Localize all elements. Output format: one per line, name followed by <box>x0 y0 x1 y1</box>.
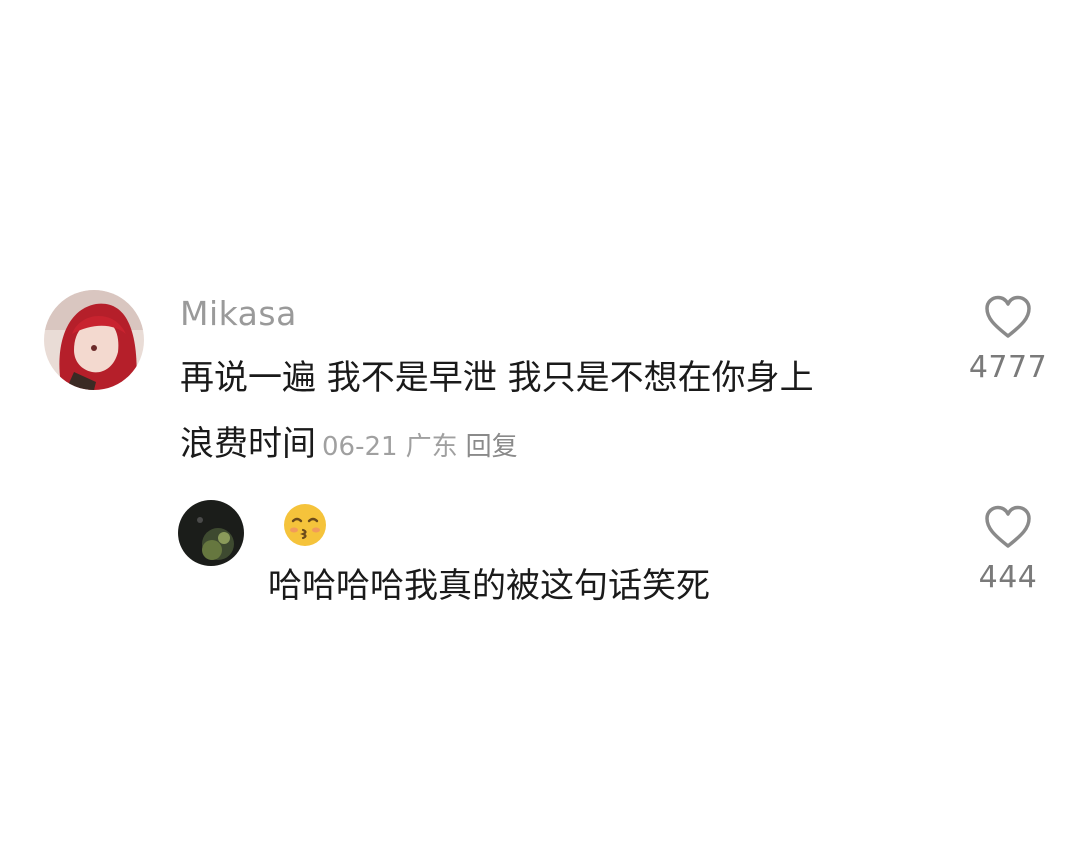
username-emoji[interactable]: 😚 <box>282 502 328 552</box>
reply-button[interactable]: 回复 <box>466 432 518 462</box>
dark-nature-avatar-icon <box>178 500 244 566</box>
heart-outline-icon <box>960 295 1056 339</box>
red-haired-anime-avatar-icon <box>44 290 144 390</box>
comment-text-line: 浪费时间 <box>180 424 316 464</box>
comment-date: 06-21 <box>322 432 398 462</box>
like-count: 444 <box>978 560 1038 595</box>
reply-comment-item: 😚 哈哈哈哈我真的被这句话笑死 444 <box>0 480 1079 660</box>
comment-text: 哈哈哈哈我真的被这句话笑死 <box>268 566 710 606</box>
avatar[interactable] <box>44 290 144 390</box>
comment-text-line: 再说一遍 我不是早泄 我只是不想在你身上 <box>180 358 814 398</box>
comment-text-line-with-meta: 浪费时间 06-21 广东 回复 <box>180 411 940 480</box>
comment-thread: Mikasa 再说一遍 我不是早泄 我只是不想在你身上 浪费时间 06-21 广东回… <box>0 0 1079 860</box>
like-button[interactable]: 444 <box>960 505 1056 593</box>
like-button[interactable]: 4777 <box>960 295 1056 383</box>
avatar[interactable] <box>178 500 244 566</box>
comment-location: 广东 <box>405 432 458 462</box>
heart-outline-icon <box>960 505 1056 549</box>
comment-item: Mikasa 再说一遍 我不是早泄 我只是不想在你身上 浪费时间 06-21 广东回… <box>0 0 1079 480</box>
kissing-face-emoji-icon <box>284 504 326 546</box>
comment-meta: 06-21 广东 回复 <box>322 432 526 462</box>
comment-text: 再说一遍 我不是早泄 我只是不想在你身上 浪费时间 06-21 广东 回复 <box>180 345 940 480</box>
like-count: 4777 <box>968 350 1048 385</box>
username[interactable]: Mikasa <box>180 297 297 330</box>
